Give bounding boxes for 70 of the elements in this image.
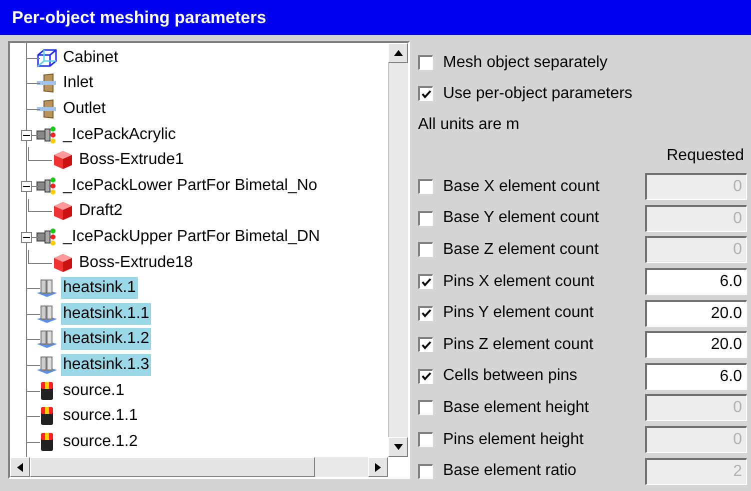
collapse-toggle[interactable] <box>21 232 32 244</box>
collapse-toggle[interactable] <box>21 130 32 141</box>
tree-item[interactable]: _IcePackLower PartFor Bimetal_No <box>61 174 320 197</box>
checkbox[interactable] <box>418 55 433 70</box>
vent-icon <box>36 98 58 119</box>
up-arrow-icon <box>394 50 402 56</box>
vertical-scrollbar[interactable] <box>388 43 408 457</box>
right-arrow-icon <box>375 462 381 472</box>
parameter-label: Pins Y element count <box>443 303 595 324</box>
parameter-label: Base X element count <box>443 176 601 197</box>
parameter-label: Base element ratio <box>443 461 578 482</box>
scroll-up-button[interactable] <box>388 43 408 63</box>
down-arrow-icon <box>394 444 402 450</box>
value-field[interactable]: 6.0 <box>645 268 747 296</box>
checkbox[interactable] <box>418 306 433 321</box>
scroll-left-button[interactable] <box>10 457 30 477</box>
option-label: Use per-object parameters <box>443 84 632 104</box>
parameter-label: Pins element height <box>443 430 585 450</box>
checkbox[interactable] <box>418 432 433 448</box>
scroll-thumb[interactable] <box>30 457 315 477</box>
tree-item[interactable]: Boss-Extrude1 <box>77 149 186 172</box>
checkbox[interactable] <box>418 274 433 290</box>
tree-item[interactable]: heatsink.1 <box>61 277 138 300</box>
tree-item[interactable]: source.1 <box>61 380 126 402</box>
tree-item[interactable]: Inlet <box>61 72 96 94</box>
solid-cube-icon <box>52 252 74 273</box>
window-title: Per-object meshing parameters <box>12 6 266 29</box>
assembly-icon <box>36 176 58 196</box>
checkbox[interactable] <box>418 368 433 384</box>
option-label: Mesh object separately <box>443 52 608 72</box>
cube-icon <box>36 48 58 68</box>
tree-item[interactable]: heatsink.1.3 <box>61 354 152 376</box>
parameter-label: Base Z element count <box>443 240 600 260</box>
parameter-label: Pins X element count <box>443 272 596 292</box>
checkbox[interactable] <box>418 86 433 101</box>
left-arrow-icon <box>17 462 23 472</box>
tree-item[interactable]: Outlet <box>61 98 108 120</box>
vent-icon <box>36 73 58 94</box>
tree-item[interactable]: _IcePackAcrylic <box>61 124 178 146</box>
value-field[interactable]: 6.0 <box>645 362 747 390</box>
value-field[interactable]: 20.0 <box>645 331 747 358</box>
horizontal-scrollbar[interactable] <box>10 457 388 477</box>
collapse-toggle[interactable] <box>21 180 32 192</box>
checkbox[interactable] <box>418 179 433 194</box>
parameter-label: Pins Z element count <box>443 334 594 355</box>
scroll-down-button[interactable] <box>388 437 408 457</box>
assembly-icon <box>36 226 58 247</box>
tree-item[interactable]: Cabinet <box>61 46 120 69</box>
parameter-label: Base Y element count <box>443 208 600 228</box>
checkbox[interactable] <box>418 210 433 226</box>
checkbox[interactable] <box>418 400 433 416</box>
tree-item[interactable]: source.1.2 <box>61 430 140 453</box>
solid-cube-icon <box>52 201 74 222</box>
units-note: All units are m <box>418 114 520 134</box>
scroll-right-button[interactable] <box>368 457 388 477</box>
checkbox[interactable] <box>418 337 433 352</box>
parameter-label: Base element height <box>443 398 590 418</box>
tree-item[interactable]: heatsink.1.1 <box>61 302 152 325</box>
tree-item[interactable]: heatsink.1.2 <box>61 328 152 350</box>
tree-item[interactable]: source.1.1 <box>61 405 140 428</box>
checkbox[interactable] <box>418 464 433 479</box>
tree-item[interactable]: Draft2 <box>77 200 125 222</box>
tree-item[interactable]: Boss-Extrude18 <box>77 252 195 274</box>
assembly-icon <box>36 124 58 145</box>
checkbox[interactable] <box>418 242 433 258</box>
value-field[interactable]: 20.0 <box>645 300 747 327</box>
solid-cube-icon <box>52 150 74 170</box>
column-header: Requested <box>666 146 744 166</box>
tree-item[interactable]: _IcePackUpper PartFor Bimetal_DN <box>61 226 322 248</box>
parameter-label: Cells between pins <box>443 366 578 386</box>
